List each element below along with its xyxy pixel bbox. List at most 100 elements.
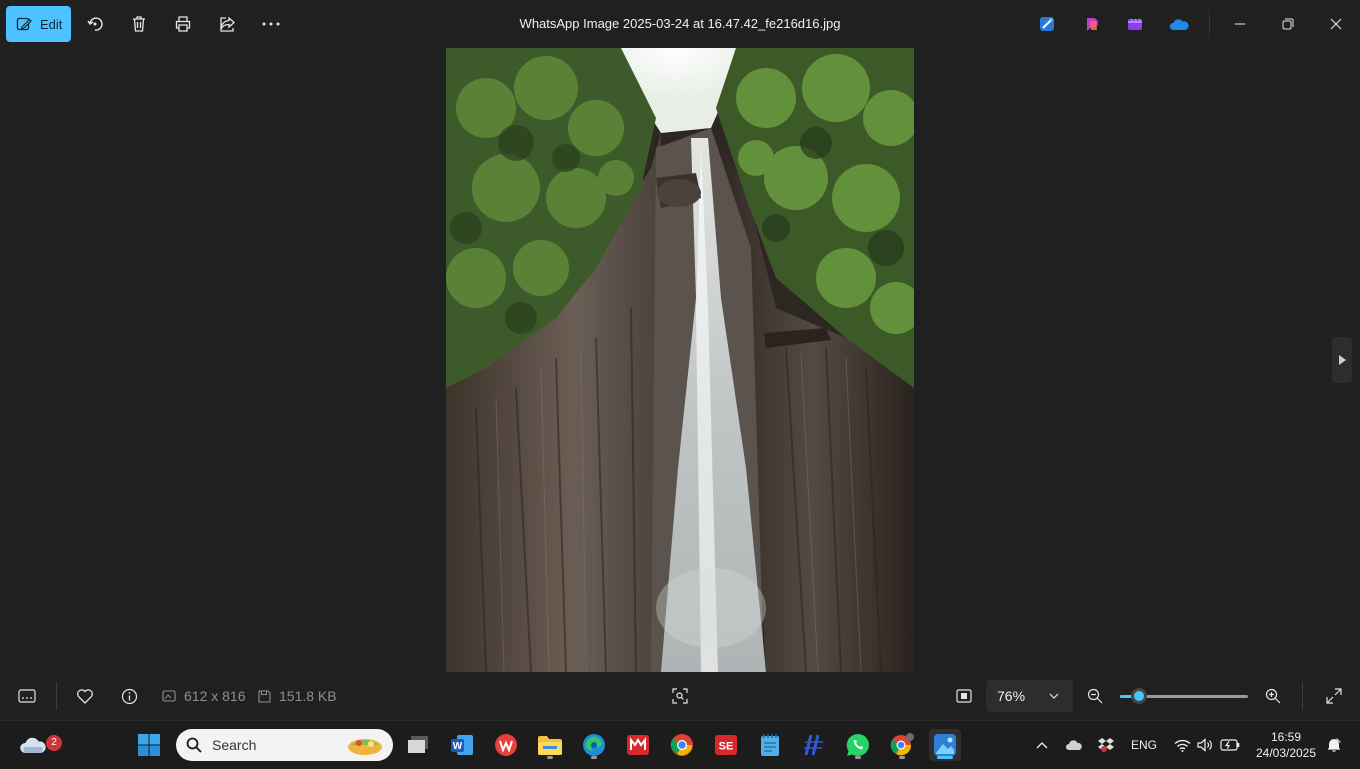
notifications-button[interactable]	[1324, 721, 1344, 769]
copilot-designer-button[interactable]	[1074, 6, 1110, 42]
taskbar: 2 Search W SE ENG 16:59 24/03/2025	[0, 720, 1360, 768]
task-view-button[interactable]	[402, 729, 434, 761]
se-app-icon: SE	[715, 735, 737, 755]
start-button[interactable]	[133, 729, 165, 761]
volume-icon	[1197, 738, 1212, 752]
file-explorer-button[interactable]	[534, 729, 566, 761]
screen-editor-app-button[interactable]: SE	[710, 729, 742, 761]
word-app-button[interactable]: W	[446, 729, 478, 761]
favorite-button[interactable]	[74, 672, 96, 720]
delete-button[interactable]	[121, 6, 157, 42]
notepad-button[interactable]	[754, 729, 786, 761]
wps-icon	[495, 734, 517, 756]
wifi-status[interactable]	[1172, 721, 1192, 769]
zoom-out-icon	[1087, 688, 1103, 704]
photo-viewport[interactable]	[446, 48, 914, 672]
running-indicator	[899, 756, 905, 759]
edit-label: Edit	[40, 16, 63, 32]
zoom-slider[interactable]	[1120, 688, 1248, 704]
slash-app-button[interactable]	[798, 729, 830, 761]
battery-status[interactable]	[1219, 721, 1241, 769]
weather-cloud-icon	[20, 737, 46, 753]
cloud-icon	[1066, 740, 1082, 750]
running-indicator	[855, 756, 861, 759]
visual-search-button[interactable]	[670, 672, 690, 720]
battery-charging-icon	[1220, 739, 1240, 751]
minimize-button[interactable]	[1222, 6, 1258, 42]
tray-dropbox[interactable]	[1096, 721, 1116, 769]
rotate-icon	[87, 17, 103, 31]
restore-button[interactable]	[1270, 6, 1306, 42]
mega-icon	[627, 735, 649, 755]
full-screen-button[interactable]	[1325, 672, 1343, 720]
rotate-button[interactable]	[77, 6, 113, 42]
wps-office-button[interactable]	[490, 729, 522, 761]
heart-icon	[77, 689, 93, 704]
close-button[interactable]	[1318, 6, 1354, 42]
search-placeholder: Search	[212, 737, 257, 753]
running-indicator	[547, 756, 553, 759]
minimize-icon	[1235, 23, 1245, 25]
print-button[interactable]	[165, 6, 201, 42]
designer-icon	[1040, 17, 1054, 31]
chrome-button[interactable]	[666, 729, 698, 761]
weather-widget[interactable]: 2	[16, 729, 62, 761]
onedrive-icon	[1169, 19, 1189, 30]
restore-icon	[1282, 18, 1294, 30]
slash-icon	[804, 734, 823, 756]
more-options-button[interactable]	[253, 6, 289, 42]
clipchamp-button[interactable]	[1117, 6, 1153, 42]
waterfall-photo	[446, 48, 914, 672]
windows-logo-icon	[138, 734, 160, 756]
share-icon	[220, 16, 235, 32]
delete-icon	[133, 16, 145, 32]
zoom-in-button[interactable]	[1264, 672, 1282, 720]
clipchamp-icon	[1128, 18, 1142, 30]
notification-badge: 2	[46, 735, 62, 751]
whatsapp-button[interactable]	[842, 729, 874, 761]
notepad-icon	[761, 734, 779, 756]
image-dimensions: 612 x 816	[162, 672, 246, 720]
show-hidden-icons-button[interactable]	[1033, 721, 1051, 769]
file-size: 151.8 KB	[258, 672, 337, 720]
chrome-profile-button[interactable]	[886, 729, 918, 761]
search-icon	[186, 737, 202, 753]
separator	[1209, 10, 1210, 38]
edge-browser-button[interactable]	[578, 729, 610, 761]
next-image-button[interactable]	[1332, 337, 1352, 383]
edit-button[interactable]: Edit	[6, 6, 71, 42]
save-disk-icon	[258, 689, 271, 703]
chevron-up-icon	[1036, 741, 1048, 748]
photos-icon	[934, 734, 956, 756]
word-icon: W	[451, 735, 473, 755]
tray-onedrive[interactable]	[1064, 721, 1084, 769]
mega-app-button[interactable]	[622, 729, 654, 761]
designer-app-button[interactable]	[1029, 6, 1065, 42]
chrome-profile-icon	[890, 733, 914, 756]
active-app-indicator	[937, 756, 953, 759]
separator	[56, 682, 57, 710]
volume-status[interactable]	[1195, 721, 1215, 769]
system-clock[interactable]: 16:59 24/03/2025	[1252, 729, 1320, 761]
filmstrip-button[interactable]	[14, 672, 40, 720]
language-indicator[interactable]: ENG	[1130, 721, 1158, 769]
edit-image-icon	[16, 17, 32, 31]
zoom-out-button[interactable]	[1086, 672, 1104, 720]
more-icon	[262, 22, 280, 26]
zoom-level-dropdown[interactable]: 76%	[986, 680, 1073, 712]
photos-app-button[interactable]	[929, 729, 961, 761]
whatsapp-icon	[846, 733, 869, 757]
taskbar-search-box[interactable]: Search	[176, 729, 393, 761]
zoom-slider-thumb[interactable]	[1131, 688, 1148, 704]
folder-icon	[538, 736, 562, 755]
zoom-in-icon	[1265, 688, 1281, 704]
share-button[interactable]	[209, 6, 245, 42]
fit-to-window-button[interactable]	[954, 672, 974, 720]
separator	[1302, 682, 1303, 710]
notification-bell-icon	[1328, 737, 1342, 752]
image-size-icon	[162, 690, 176, 702]
onedrive-button[interactable]	[1161, 6, 1197, 42]
status-bar: 612 x 816 151.8 KB 76%	[0, 672, 1360, 720]
dropbox-icon	[1098, 738, 1114, 752]
file-info-button[interactable]	[118, 672, 140, 720]
